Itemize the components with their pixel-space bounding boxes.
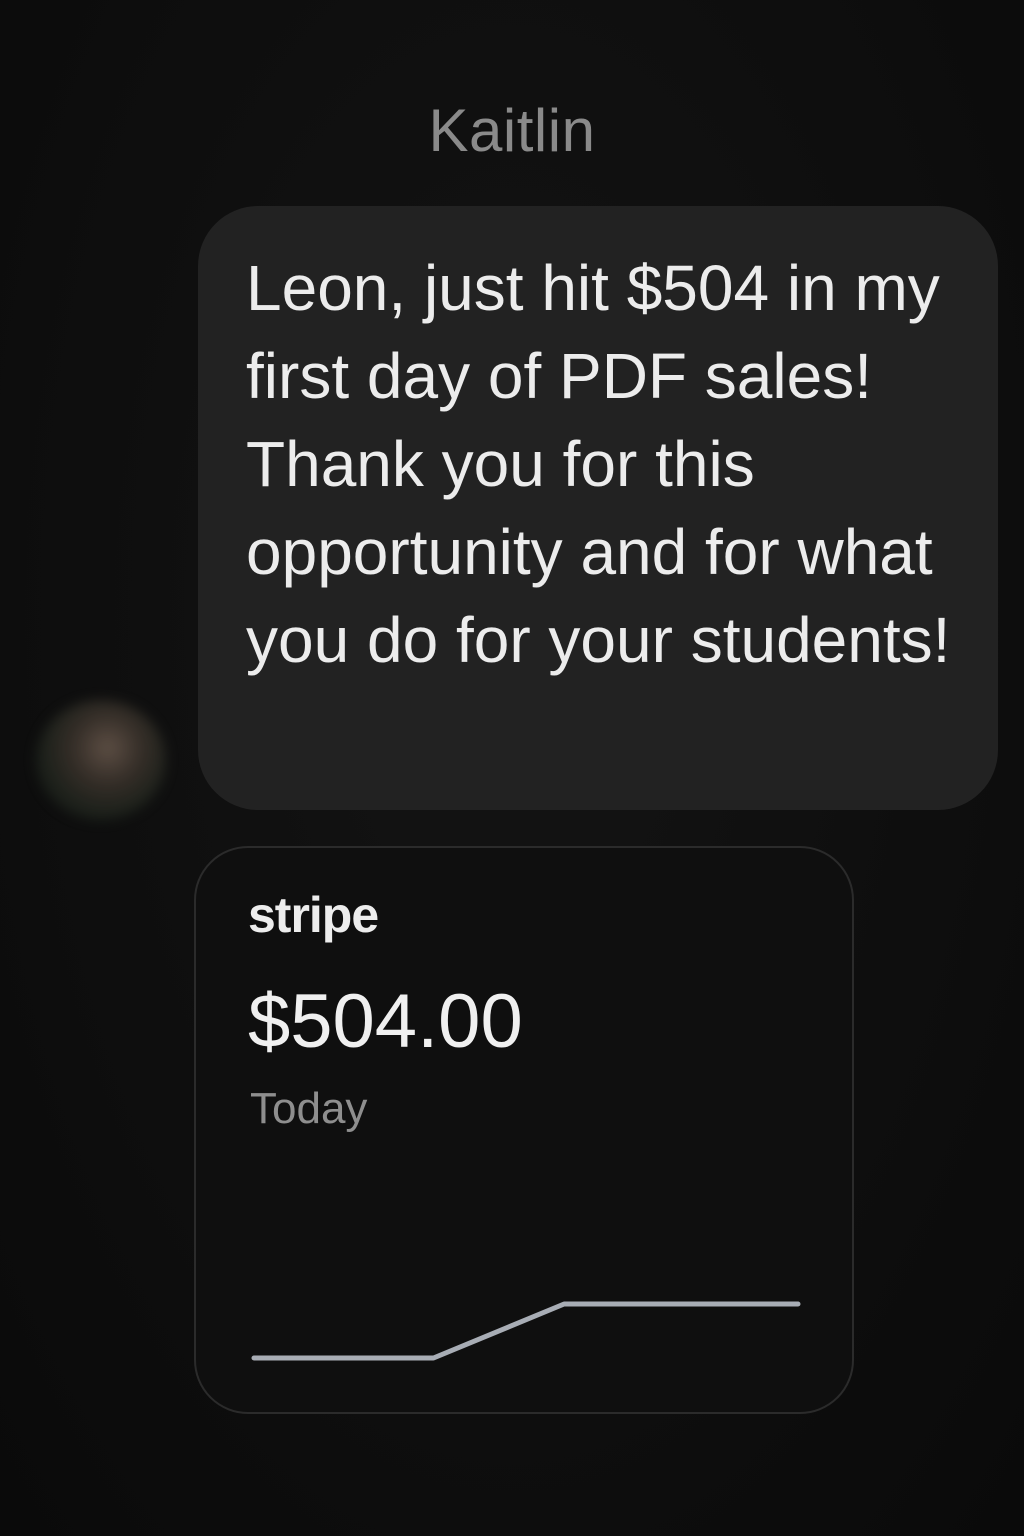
sales-series-line xyxy=(251,1301,801,1361)
chat-screen: Kaitlin Leon, just hit $504 in my first … xyxy=(0,0,1024,1536)
sales-line-chart xyxy=(251,1301,801,1361)
message-bubble[interactable]: Leon, just hit $504 in my first day of P… xyxy=(198,206,998,810)
avatar[interactable] xyxy=(36,700,166,820)
stripe-sales-card[interactable]: stripe $504.00 Today xyxy=(194,846,854,1414)
message-text: Leon, just hit $504 in my first day of P… xyxy=(246,252,951,676)
contact-name[interactable]: Kaitlin xyxy=(0,96,1024,165)
